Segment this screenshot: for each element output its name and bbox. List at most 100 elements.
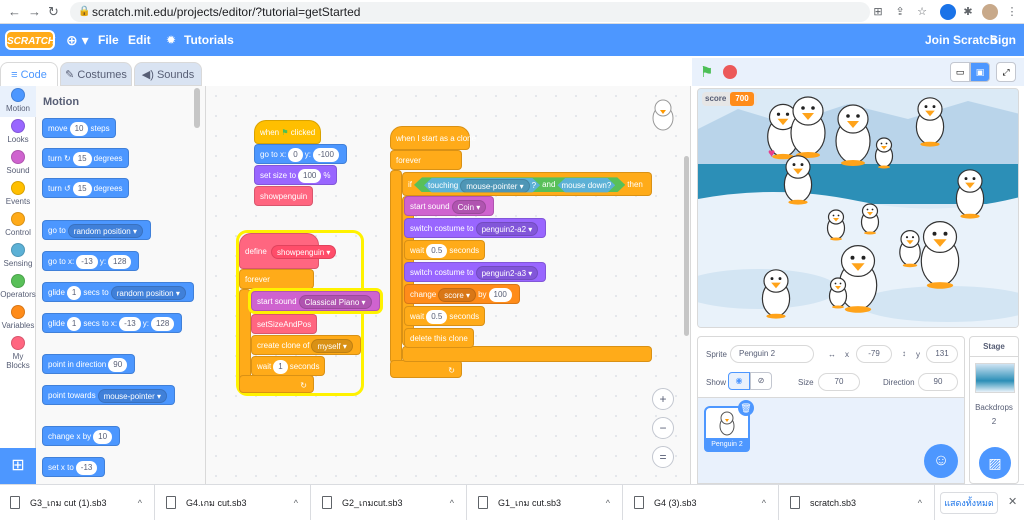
edit-menu[interactable]: Edit <box>128 24 151 56</box>
block-switch-costume[interactable]: switch costume to penguin2-a2 <box>404 218 547 238</box>
download-item[interactable]: G4 (3).sb3 ^ <box>624 485 779 520</box>
palette-scrollbar[interactable] <box>194 88 200 128</box>
download-item[interactable]: scratch.sb3 ^ <box>780 485 935 520</box>
block-input[interactable]: 0.5 <box>426 309 448 324</box>
extension-icon[interactable] <box>940 4 956 20</box>
block-dropdown[interactable]: penguin2-a2 <box>475 221 539 236</box>
block-input[interactable]: -13 <box>76 254 98 269</box>
block-start-sound[interactable]: start sound Coin <box>404 196 495 216</box>
workspace-scrollbar[interactable] <box>684 156 689 336</box>
block-input[interactable]: 15 <box>72 151 92 166</box>
zoom-reset-button[interactable]: = <box>652 446 674 468</box>
puzzle-icon[interactable]: ✱ <box>960 4 976 20</box>
direction-input[interactable]: 90 <box>918 373 958 391</box>
block-point-towards[interactable]: point towards mouse-pointer <box>42 385 175 405</box>
block-wait[interactable]: wait 1 seconds <box>251 356 326 376</box>
category-variables[interactable]: Variables <box>0 303 36 334</box>
green-flag-button[interactable]: ⚑ <box>700 63 713 81</box>
hat-when-flag-clicked[interactable]: when ⚑ clicked <box>254 120 322 144</box>
fullscreen-icon[interactable]: ⤢ <box>996 62 1016 82</box>
block-call-setsizeandpos[interactable]: setSizeAndPos <box>251 314 318 334</box>
hat-when-start-as-clone[interactable]: when I start as a clone <box>390 126 476 150</box>
block-dropdown[interactable]: random position <box>67 223 143 238</box>
tab-sounds[interactable]: ◀) Sounds <box>134 62 202 86</box>
block-goto-xy[interactable]: go to x: -13 y: 128 <box>42 251 140 271</box>
scratch-logo[interactable]: SCRATCH <box>5 30 55 50</box>
block-dropdown[interactable]: Classical Piano <box>298 294 372 309</box>
block-glide-xy[interactable]: glide 1 secs to x: -13 y: 128 <box>42 313 183 333</box>
address-bar[interactable]: 🔒 scratch.mit.edu/projects/editor/?tutor… <box>70 2 870 22</box>
block-touching[interactable]: touchingmouse-pointer? <box>424 178 540 193</box>
category-sensing[interactable]: Sensing <box>0 241 36 272</box>
block-start-sound[interactable]: start sound Classical Piano <box>251 291 380 311</box>
block-create-clone[interactable]: create clone of myself <box>251 335 361 355</box>
block-input[interactable]: 90 <box>108 357 128 372</box>
x-input[interactable]: -79 <box>856 345 892 363</box>
block-mouse-down[interactable]: mouse down? <box>557 178 615 193</box>
stop-button[interactable] <box>723 65 737 79</box>
large-stage-icon[interactable]: ▣ <box>970 62 990 82</box>
add-extension-button[interactable]: ⊞ <box>0 448 36 484</box>
download-item[interactable]: G2_เกมcut.sb3 ^ <box>312 485 467 520</box>
block-dropdown[interactable]: Coin <box>451 199 487 214</box>
close-icon[interactable]: ✕ <box>1008 495 1017 508</box>
y-input[interactable]: 131 <box>926 345 958 363</box>
code-workspace[interactable]: when ⚑ clicked go to x: 0 y: -100 set size … <box>206 86 691 484</box>
block-input[interactable]: 128 <box>150 316 175 331</box>
block-turn-left[interactable]: turn ↺ 15 degrees <box>42 178 129 198</box>
block-forever[interactable]: forever <box>390 150 462 170</box>
show-all-downloads-button[interactable]: แสดงทั้งหมด <box>940 492 998 514</box>
block-switch-costume[interactable]: switch costume to penguin2-a3 <box>404 262 547 282</box>
reload-icon[interactable]: ↻ <box>48 4 59 20</box>
category-operators[interactable]: Operators <box>0 272 36 303</box>
block-wait[interactable]: wait 0.5 seconds <box>404 306 486 326</box>
tab-costumes[interactable]: ✎ Costumes <box>60 62 132 86</box>
sprite-name-input[interactable]: Penguin 2 <box>730 345 814 363</box>
block-input[interactable]: 0 <box>288 147 303 162</box>
block-move[interactable]: move 10 steps <box>42 118 116 138</box>
block-glide[interactable]: glide 1 secs to random position <box>42 282 194 302</box>
size-input[interactable]: 70 <box>818 373 860 391</box>
category-motion[interactable]: Motion <box>0 86 36 117</box>
join-scratch-link[interactable]: Join Scratch <box>925 24 997 56</box>
globe-icon[interactable]: ⊕ ▾ <box>66 24 89 56</box>
block-dropdown[interactable]: myself <box>311 338 353 353</box>
block-input[interactable]: -13 <box>75 460 98 475</box>
block-turn-right[interactable]: turn ↻ 15 degrees <box>42 148 129 168</box>
tab-code[interactable]: ≡ Code <box>0 62 58 86</box>
share-icon[interactable]: ⇪ <box>892 4 908 20</box>
category-control[interactable]: Control <box>0 210 36 241</box>
add-backdrop-button[interactable]: ▨ <box>979 447 1011 479</box>
block-input[interactable]: -13 <box>119 316 141 331</box>
block-input[interactable]: 100 <box>298 168 322 183</box>
translate-icon[interactable]: ⊞ <box>870 4 886 20</box>
block-input[interactable]: 1 <box>66 316 82 331</box>
block-dropdown[interactable]: mouse-pointer <box>460 179 529 193</box>
block-goto-xy[interactable]: go to x: 0 y: -100 <box>254 144 347 164</box>
hat-define-showpenguin[interactable]: define showpenguin <box>239 233 337 269</box>
chevron-up-icon[interactable]: ^ <box>606 485 610 520</box>
block-if[interactable]: iftouchingmouse-pointer?andmouse down?th… <box>402 172 652 196</box>
backdrop-thumbnail[interactable] <box>975 363 1015 393</box>
category-sound[interactable]: Sound <box>0 148 36 179</box>
stage-canvas[interactable]: ♥ <box>697 88 1019 328</box>
block-set-x[interactable]: set x to -13 <box>42 457 106 477</box>
block-point-direction[interactable]: point in direction 90 <box>42 354 136 374</box>
block-dropdown[interactable]: mouse-pointer <box>97 388 167 403</box>
download-item[interactable]: G4.เกม cut.sb3 ^ <box>156 485 311 520</box>
block-input[interactable]: 100 <box>488 287 512 302</box>
block-wait[interactable]: wait 0.5 seconds <box>404 240 486 260</box>
back-icon[interactable]: ← <box>8 4 21 19</box>
stage-target-panel[interactable]: Stage Backdrops 2 ▨ <box>969 336 1019 484</box>
zoom-out-button[interactable]: − <box>652 417 674 439</box>
chevron-up-icon[interactable]: ^ <box>450 485 454 520</box>
chevron-up-icon[interactable]: ^ <box>762 485 766 520</box>
tutorials-icon[interactable]: ✹ <box>166 24 176 56</box>
chevron-up-icon[interactable]: ^ <box>918 485 922 520</box>
star-icon[interactable]: ☆ <box>914 4 930 20</box>
forward-icon[interactable]: → <box>28 4 41 19</box>
block-change-x[interactable]: change x by 10 <box>42 426 121 446</box>
delete-sprite-icon[interactable]: 🗑 <box>738 400 754 416</box>
block-input[interactable]: 1 <box>66 285 82 300</box>
block-goto[interactable]: go to random position <box>42 220 151 240</box>
